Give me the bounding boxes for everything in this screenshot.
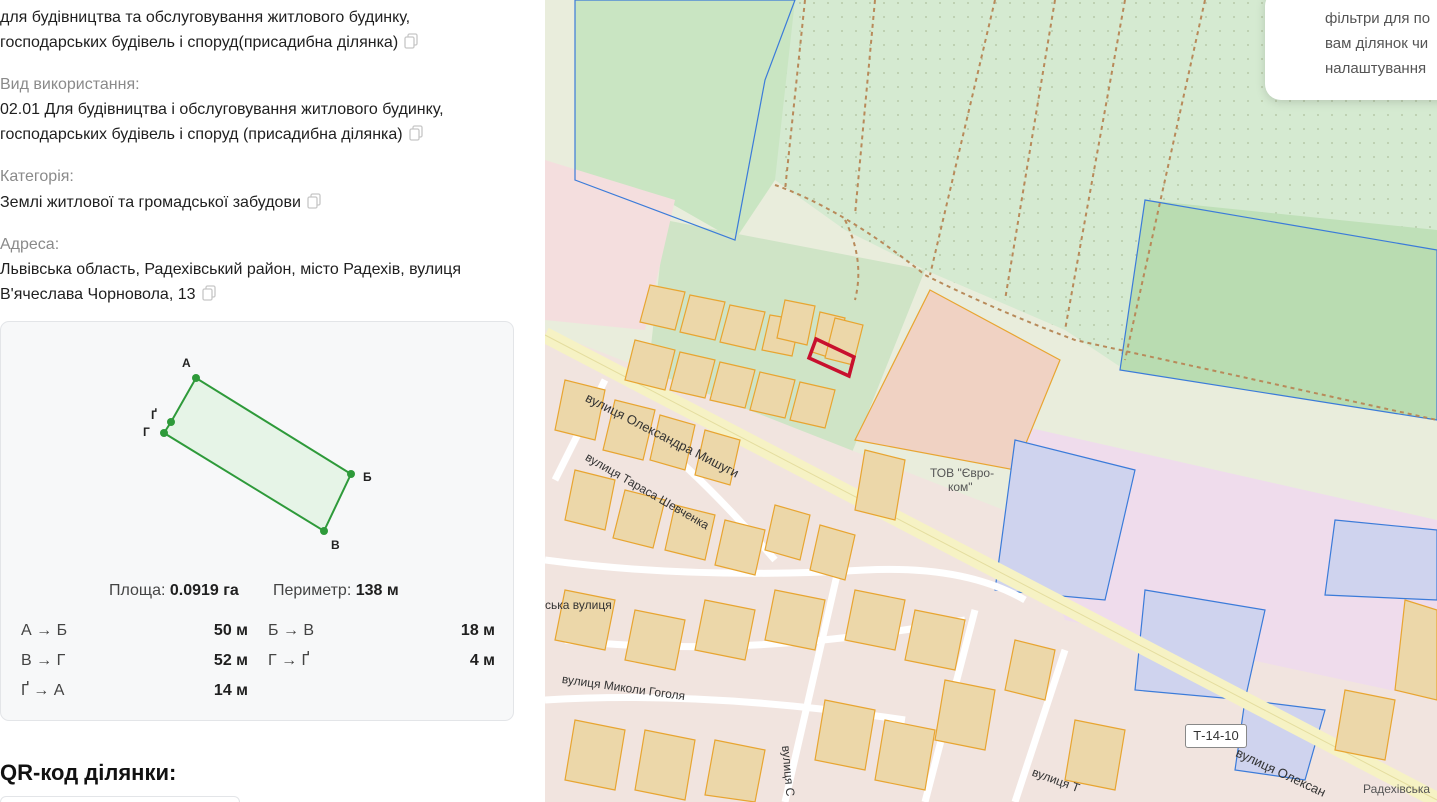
vertex-v-label: В (331, 538, 340, 552)
vertex-b-dot (347, 470, 355, 478)
qr-code-title: QR-код ділянки: (0, 760, 177, 785)
segment-name: А → Б (21, 622, 68, 639)
vertex-a-label: А (182, 356, 191, 370)
parcel-polygon (162, 376, 353, 533)
segment-name: Б → В (268, 622, 315, 639)
category-value: Землі житлової та громадської забудови (0, 190, 321, 215)
purpose-line-2: господарських будівель і споруд(присадиб… (0, 30, 418, 55)
address-line-1: Львівська область, Радехівський район, м… (0, 261, 461, 278)
copy-icon[interactable] (404, 33, 418, 49)
cadastral-map[interactable]: вулиця Олександра Мишуги вулиця Тараса Ш… (545, 0, 1437, 802)
segment-name: В → Г (21, 652, 66, 669)
road-code-badge: Т-14-10 (1185, 724, 1247, 748)
vertex-g-label: Г (143, 425, 150, 439)
map-canvas[interactable] (545, 0, 1437, 802)
segment-value: 50 м (213, 622, 248, 639)
segment-value: 52 м (213, 652, 248, 669)
vertex-g2-label: Ґ (151, 408, 157, 422)
perimeter-stat: Периметр: 138 м (273, 582, 399, 599)
vertex-a-dot (192, 374, 200, 382)
qr-code-box (0, 796, 240, 802)
segment-value: 4 м (469, 652, 495, 669)
segment-value: 14 м (213, 682, 248, 699)
address-line-2: В'ячеслава Чорновола, 13 (0, 282, 216, 307)
segment-name: Г → Ґ (268, 652, 310, 669)
segment-value: 18 м (460, 622, 495, 639)
purpose-line-1: для будівництва та обслуговування житлов… (0, 9, 411, 26)
vertex-g-dot (160, 429, 168, 437)
filters-popup[interactable]: фільтри для по вам ділянок чи налаштуван… (1265, 0, 1437, 100)
popup-line-2: вам ділянок чи (1325, 35, 1429, 52)
parcel-shape-card: А Б В Г Ґ Площа: 0.0919 га Периметр: 138… (0, 321, 514, 721)
area-stat: Площа: 0.0919 га (109, 582, 239, 599)
vertex-g2-dot (167, 418, 175, 426)
usage-line-2: господарських будівель і споруд (присади… (0, 122, 423, 147)
popup-line-3: налаштування (1325, 60, 1427, 77)
vertex-b-label: Б (363, 470, 372, 484)
usage-label: Вид використання: (0, 76, 140, 93)
street-label: ська вулиця (545, 598, 612, 612)
place-label: Радехівська (1363, 782, 1431, 796)
vertex-v-dot (320, 527, 328, 535)
copy-icon[interactable] (307, 193, 321, 209)
popup-line-1: фільтри для по (1325, 10, 1431, 27)
segment-name: Ґ → А (21, 682, 65, 699)
parcel-info-panel: для будівництва та обслуговування житлов… (0, 0, 545, 802)
usage-line-1: 02.01 Для будівництва і обслуговування ж… (0, 101, 444, 118)
copy-icon[interactable] (201, 285, 216, 301)
parcel-shape-diagram (160, 374, 355, 535)
company-label: ТОВ "Євро-ком" (930, 466, 995, 494)
copy-icon[interactable] (408, 125, 423, 141)
category-label: Категорія: (0, 168, 74, 185)
address-label: Адреса: (0, 236, 60, 253)
